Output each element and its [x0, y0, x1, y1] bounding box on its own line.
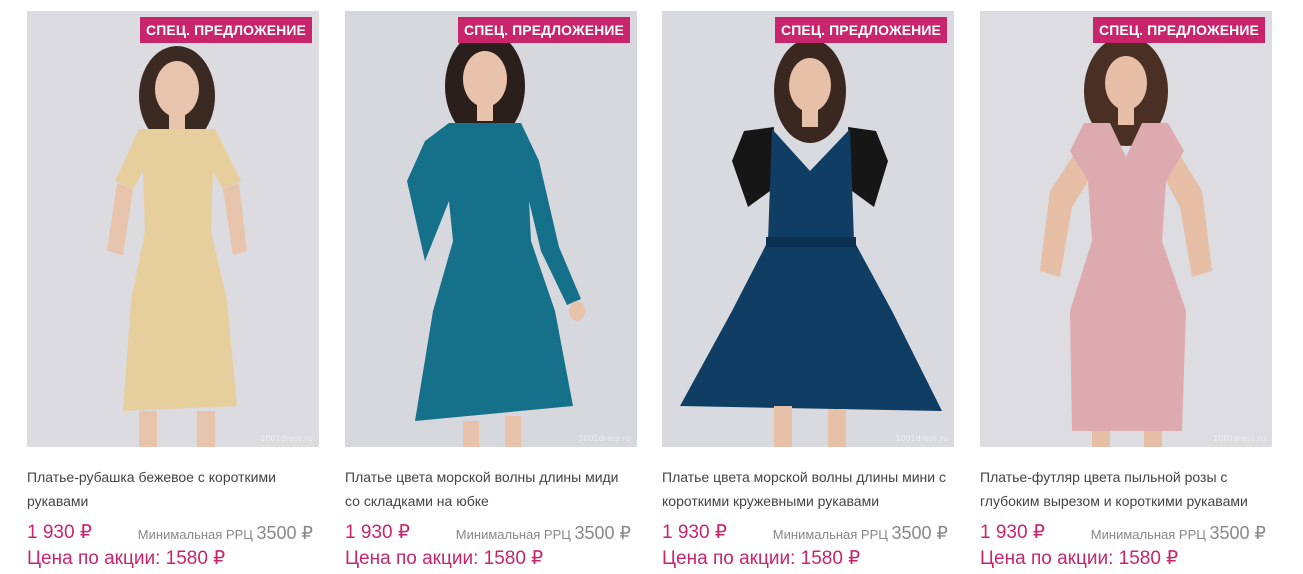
product-photo[interactable]: СПЕЦ. ПРЕДЛОЖЕНИЕ 1001dress.ru — [345, 11, 637, 447]
min-rrp-label: Минимальная РРЦ — [455, 527, 571, 542]
watermark: 1001dress.ru — [260, 434, 313, 443]
product-title[interactable]: Платье-рубашка бежевое с короткими рукав… — [27, 465, 319, 513]
product-photo[interactable]: СПЕЦ. ПРЕДЛОЖЕНИЕ 1001dress.ru — [662, 11, 954, 447]
dress-illustration — [1040, 36, 1212, 447]
product-title[interactable]: Платье-футляр цвета пыльной розы с глубо… — [980, 465, 1272, 513]
promo-price: Цена по акции: 1580 ₽ — [980, 548, 1179, 569]
min-rrp: Минимальная РРЦ 3500 ₽ — [773, 523, 948, 544]
product-photo[interactable]: СПЕЦ. ПРЕДЛОЖЕНИЕ 1001dress.ru — [27, 11, 319, 447]
product-title[interactable]: Платье цвета морской волны длины мини с … — [662, 465, 954, 513]
min-rrp-value: 3500 ₽ — [256, 523, 314, 543]
watermark: 1001dress.ru — [1213, 434, 1266, 443]
product-card[interactable]: СПЕЦ. ПРЕДЛОЖЕНИЕ 1001dress.ru Платье-фу… — [980, 11, 1272, 569]
min-rrp-label: Минимальная РРЦ — [1090, 527, 1206, 542]
price: 1 930 ₽ — [27, 522, 92, 543]
watermark: 1001dress.ru — [578, 434, 631, 443]
promo-price: Цена по акции: 1580 ₽ — [662, 548, 861, 569]
promo-price: Цена по акции: 1580 ₽ — [27, 548, 226, 569]
min-rrp-label: Минимальная РРЦ — [137, 527, 253, 542]
price: 1 930 ₽ — [662, 522, 727, 543]
promo-price: Цена по акции: 1580 ₽ — [345, 548, 544, 569]
price-row: 1 930 ₽ Минимальная РРЦ 3500 ₽ — [662, 521, 954, 545]
product-title[interactable]: Платье цвета морской волны длины миди со… — [345, 465, 637, 513]
min-rrp: Минимальная РРЦ 3500 ₽ — [1091, 523, 1266, 544]
min-rrp-value: 3500 ₽ — [574, 523, 632, 543]
min-rrp-value: 3500 ₽ — [1209, 523, 1267, 543]
product-card[interactable]: СПЕЦ. ПРЕДЛОЖЕНИЕ 1001dress.ru Платье цв… — [662, 11, 954, 569]
price-row: 1 930 ₽ Минимальная РРЦ 3500 ₽ — [980, 521, 1272, 545]
min-rrp: Минимальная РРЦ 3500 ₽ — [138, 523, 313, 544]
product-grid: СПЕЦ. ПРЕДЛОЖЕНИЕ 1001dress.ru Платье-ру… — [0, 0, 1303, 574]
product-card[interactable]: СПЕЦ. ПРЕДЛОЖЕНИЕ 1001dress.ru Платье цв… — [345, 11, 637, 569]
dress-illustration — [407, 31, 585, 447]
dress-illustration — [107, 46, 247, 447]
price: 1 930 ₽ — [345, 522, 410, 543]
product-card[interactable]: СПЕЦ. ПРЕДЛОЖЕНИЕ 1001dress.ru Платье-ру… — [27, 11, 319, 569]
special-offer-badge: СПЕЦ. ПРЕДЛОЖЕНИЕ — [1093, 17, 1265, 43]
special-offer-badge: СПЕЦ. ПРЕДЛОЖЕНИЕ — [775, 17, 947, 43]
min-rrp: Минимальная РРЦ 3500 ₽ — [456, 523, 631, 544]
min-rrp-label: Минимальная РРЦ — [772, 527, 888, 542]
special-offer-badge: СПЕЦ. ПРЕДЛОЖЕНИЕ — [458, 17, 630, 43]
watermark: 1001dress.ru — [895, 434, 948, 443]
price-row: 1 930 ₽ Минимальная РРЦ 3500 ₽ — [345, 521, 637, 545]
min-rrp-value: 3500 ₽ — [891, 523, 949, 543]
product-photo[interactable]: СПЕЦ. ПРЕДЛОЖЕНИЕ 1001dress.ru — [980, 11, 1272, 447]
dress-illustration — [680, 39, 942, 447]
price-row: 1 930 ₽ Минимальная РРЦ 3500 ₽ — [27, 521, 319, 545]
special-offer-badge: СПЕЦ. ПРЕДЛОЖЕНИЕ — [140, 17, 312, 43]
price: 1 930 ₽ — [980, 522, 1045, 543]
